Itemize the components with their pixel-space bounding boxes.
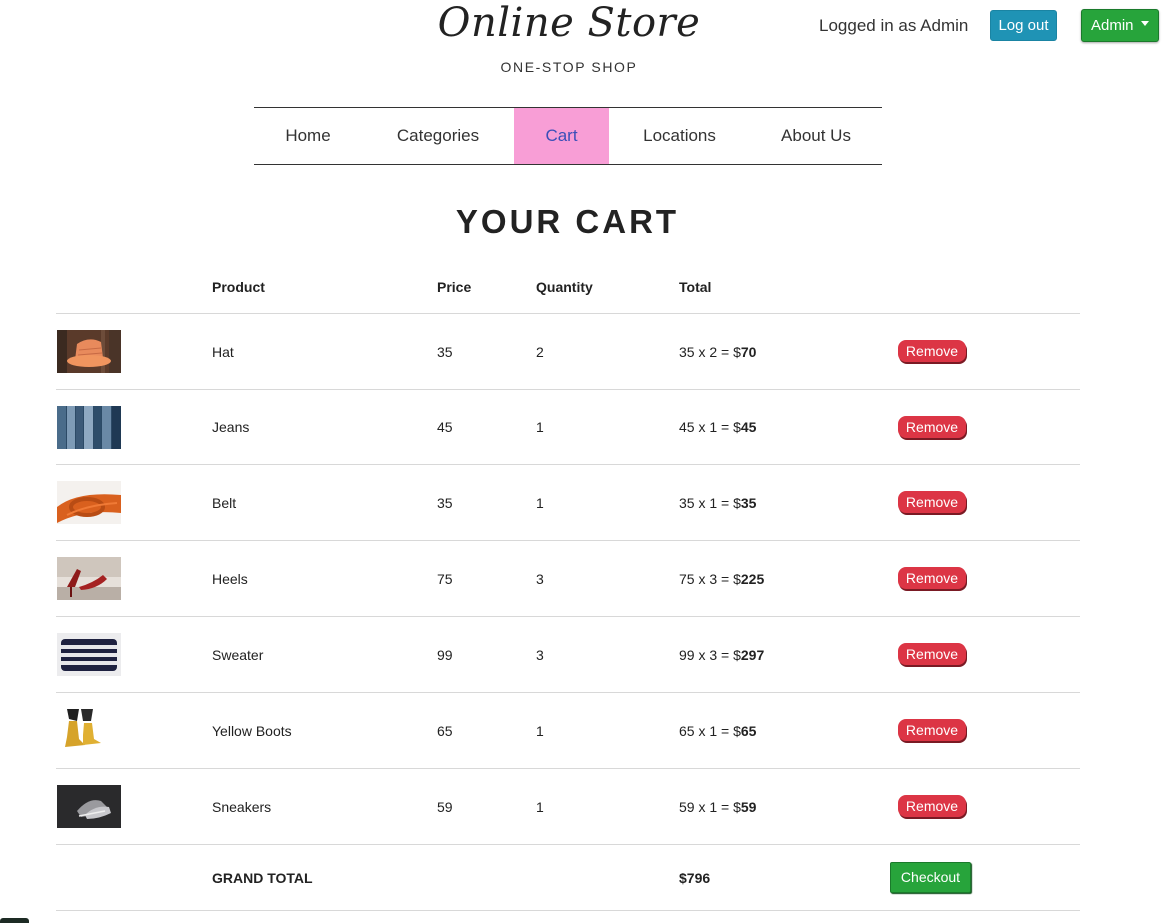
remove-button[interactable]: Remove [898,567,966,589]
sweater-thumbnail [57,633,121,676]
row-total-expression: 35 x 1 = $ [679,495,741,511]
table-divider [56,844,1080,845]
table-divider [56,389,1080,390]
row-total: 45 x 1 = $45 [679,419,756,435]
row-total-value: 35 [740,495,757,511]
nav-cart[interactable]: Cart [514,108,609,164]
nav-about-us[interactable]: About Us [750,108,882,164]
admin-label: Admin [1091,16,1134,34]
product-name: Sneakers [212,799,272,815]
remove-button[interactable]: Remove [898,643,966,665]
corner-widget-tab[interactable] [0,918,29,923]
caret-down-icon [1140,21,1149,27]
row-total: 75 x 3 = $225 [679,571,764,587]
product-price: 45 [437,419,453,435]
column-header-quantity: Quantity [536,279,593,295]
product-name: Belt [212,495,237,511]
product-name: Heels [212,571,248,587]
product-quantity: 1 [536,723,544,739]
remove-button[interactable]: Remove [898,340,966,362]
table-divider [56,768,1080,769]
table-divider [56,692,1080,693]
product-price: 35 [437,344,453,360]
product-quantity: 3 [536,647,544,663]
row-total-value: 59 [740,799,757,815]
row-total-value: 65 [740,723,757,739]
row-total-value: 297 [740,647,765,663]
row-total-value: 225 [740,571,765,587]
product-name: Hat [212,344,234,360]
remove-button[interactable]: Remove [898,416,966,438]
logout-button[interactable]: Log out [990,10,1057,41]
table-divider [56,313,1080,314]
product-quantity: 1 [536,419,544,435]
checkout-button[interactable]: Checkout [890,862,971,893]
store-subtitle: ONE-STOP SHOP [500,59,638,75]
product-quantity: 1 [536,495,544,511]
row-total: 59 x 1 = $59 [679,799,756,815]
page-title: YOUR CART [455,203,680,240]
sneakers-thumbnail [57,785,121,828]
row-total-expression: 65 x 1 = $ [679,723,741,739]
row-total-expression: 59 x 1 = $ [679,799,741,815]
row-total-expression: 35 x 2 = $ [679,344,741,360]
table-divider [56,540,1080,541]
row-total-expression: 45 x 1 = $ [679,419,741,435]
row-total-value: 45 [740,419,757,435]
row-total-expression: 99 x 3 = $ [679,647,741,663]
grand-total-label: GRAND TOTAL [212,870,313,886]
table-divider [56,616,1080,617]
product-quantity: 1 [536,799,544,815]
column-header-total: Total [679,279,712,295]
row-total: 99 x 3 = $297 [679,647,764,663]
column-header-product: Product [212,279,265,295]
row-total: 35 x 2 = $70 [679,344,756,360]
product-name: Yellow Boots [212,723,292,739]
product-price: 35 [437,495,453,511]
product-price: 65 [437,723,453,739]
main-nav: Home Categories Cart Locations About Us [254,107,882,165]
row-total: 35 x 1 = $35 [679,495,756,511]
table-divider [56,910,1080,911]
nav-locations[interactable]: Locations [609,108,750,164]
product-name: Jeans [212,419,250,435]
admin-dropdown-button[interactable]: Admin [1081,9,1159,42]
row-total: 65 x 1 = $65 [679,723,756,739]
product-price: 99 [437,647,453,663]
hat-thumbnail [57,330,121,373]
grand-total-value: $796 [679,870,711,886]
product-price: 75 [437,571,453,587]
login-status: Logged in as Admin [819,16,969,35]
product-quantity: 3 [536,571,544,587]
remove-button[interactable]: Remove [898,719,966,741]
table-divider [56,464,1080,465]
heels-thumbnail [57,557,121,600]
nav-home[interactable]: Home [254,108,362,164]
remove-button[interactable]: Remove [898,491,966,513]
row-total-expression: 75 x 3 = $ [679,571,741,587]
product-name: Sweater [212,647,264,663]
nav-categories[interactable]: Categories [362,108,514,164]
belt-thumbnail [57,481,121,524]
jeans-thumbnail [57,406,121,449]
remove-button[interactable]: Remove [898,795,966,817]
product-quantity: 2 [536,344,544,360]
row-total-value: 70 [740,344,757,360]
yellow-boots-thumbnail [57,709,121,752]
brand: Online Store ONE-STOP SHOP [0,0,1138,75]
product-price: 59 [437,799,453,815]
column-header-price: Price [437,279,472,295]
